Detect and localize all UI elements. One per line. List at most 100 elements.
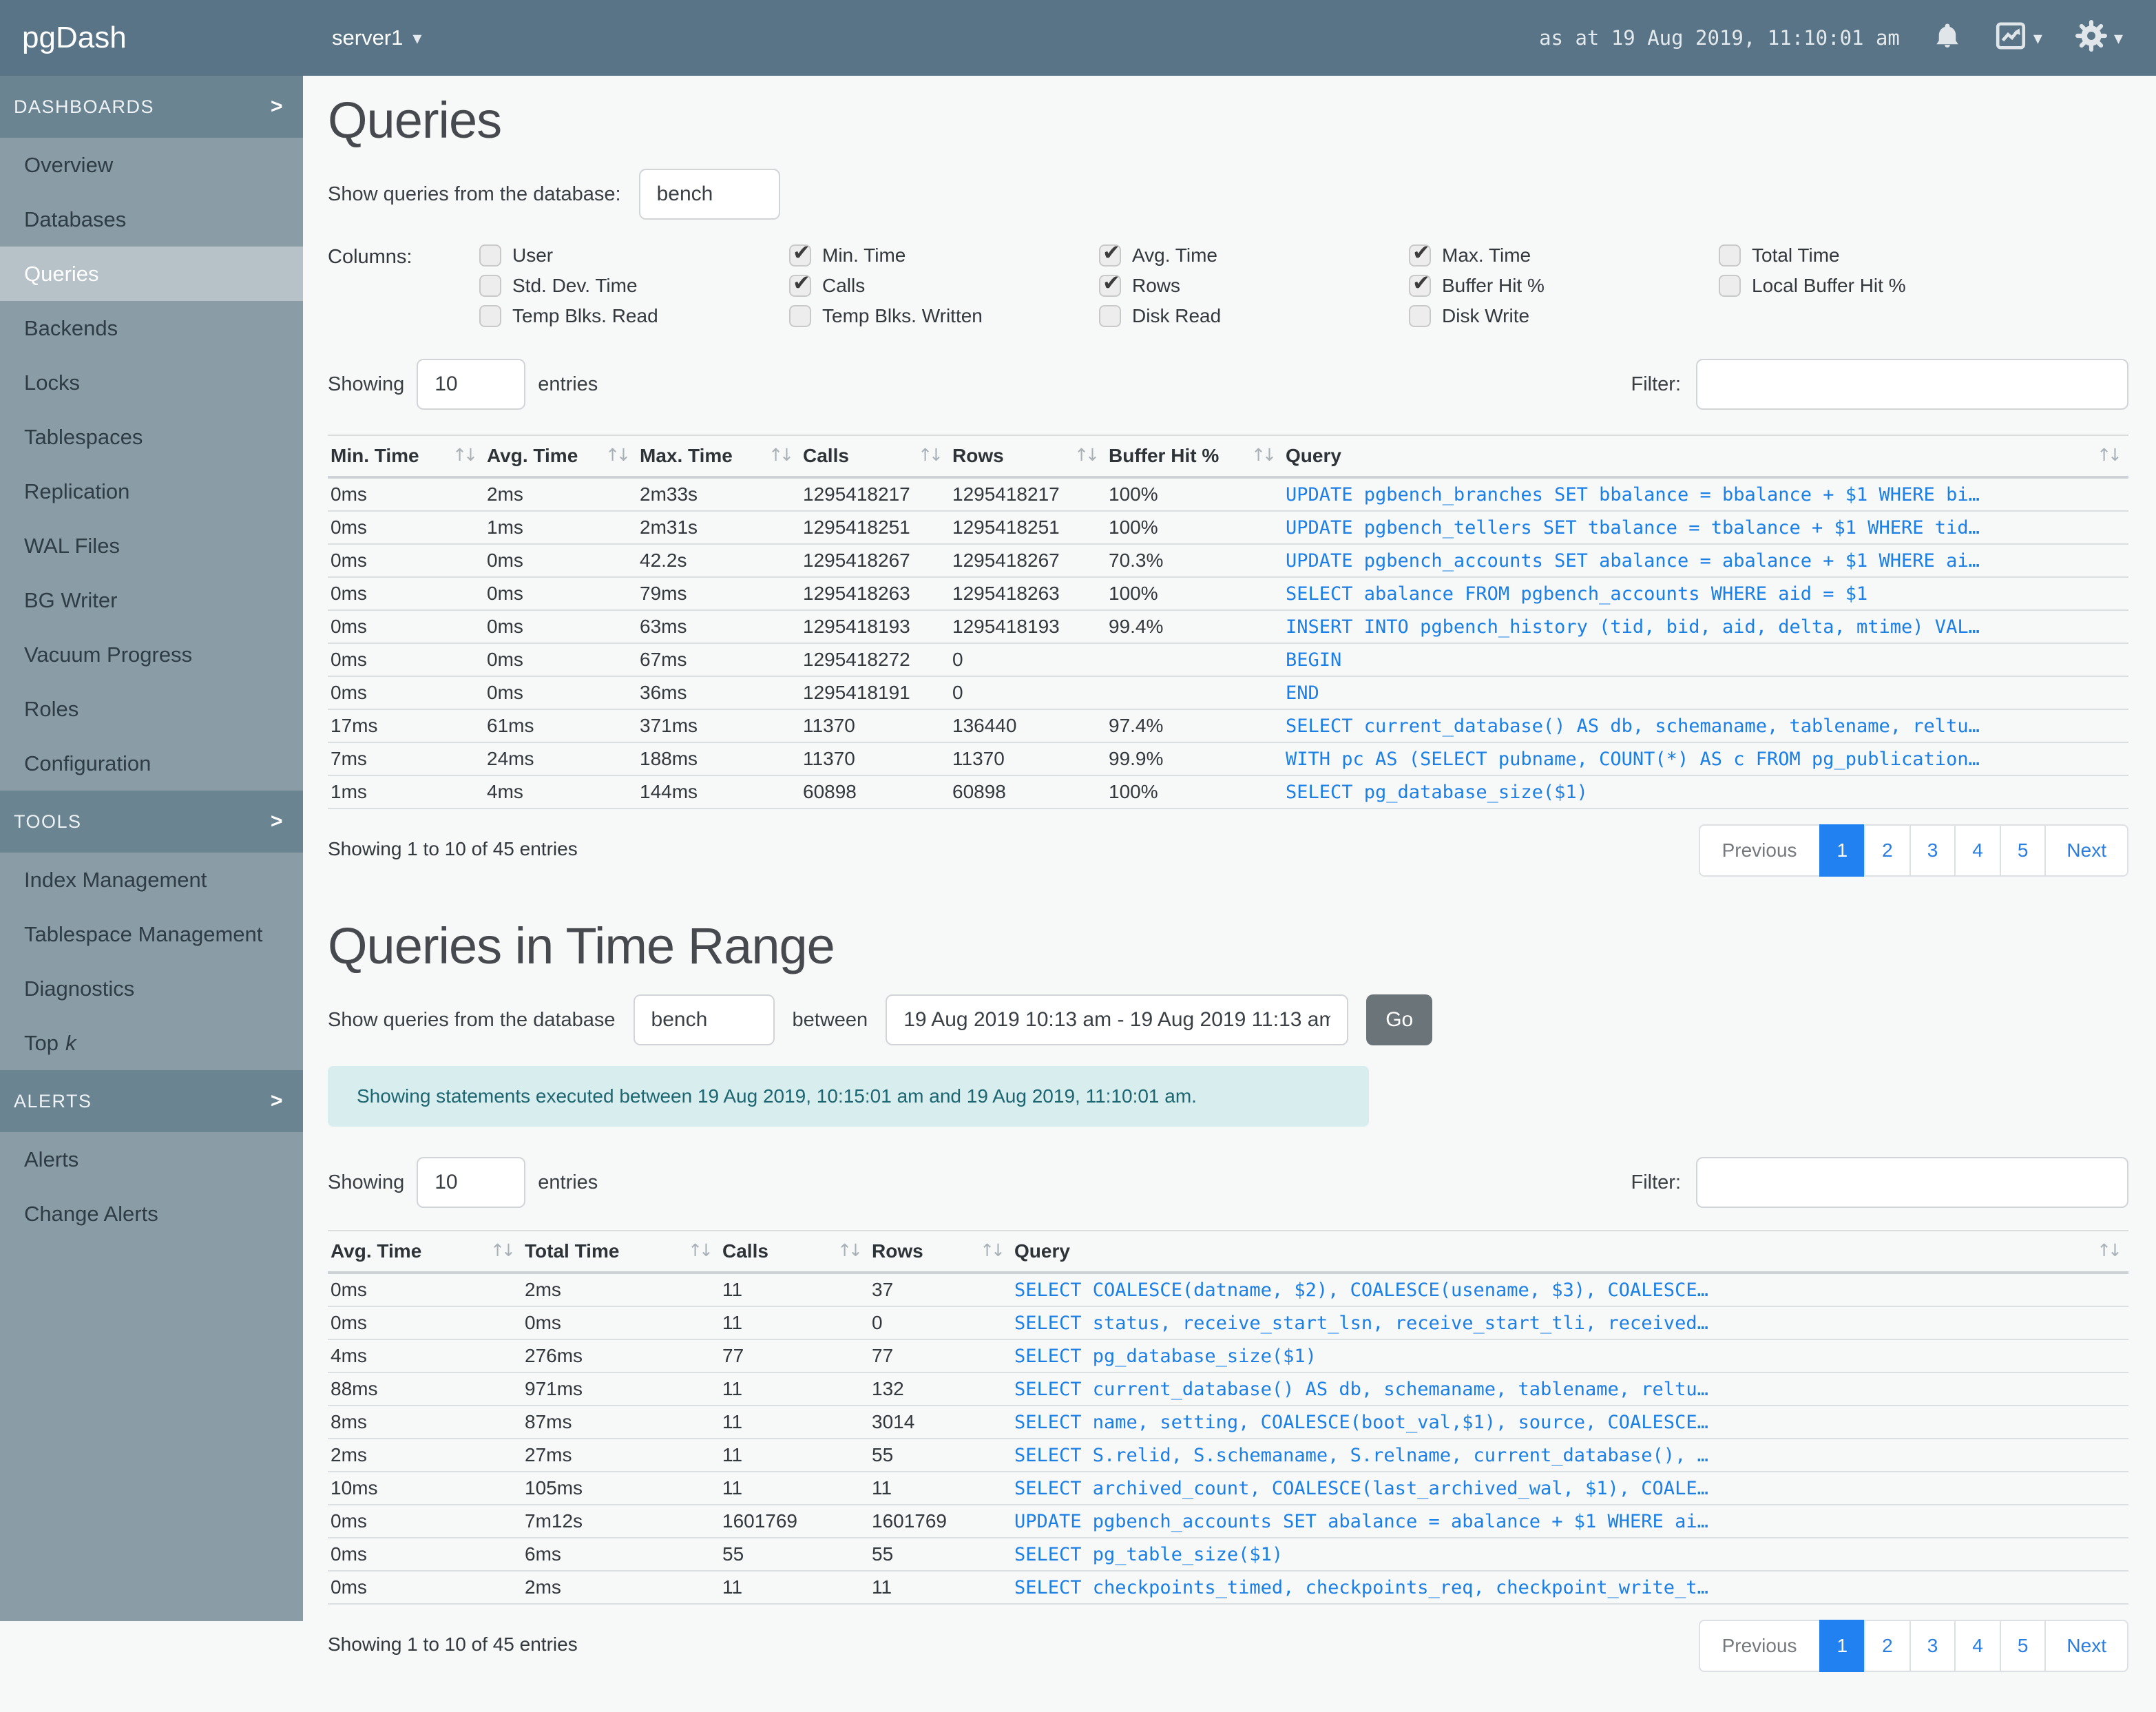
column-checkbox-min-time[interactable]: Min. Time bbox=[789, 240, 1099, 267]
query-link[interactable]: UPDATE pgbench_branches SET bbalance = b… bbox=[1286, 484, 1980, 505]
sidebar-item-tablespaces[interactable]: Tablespaces bbox=[0, 410, 303, 464]
query-link[interactable]: SELECT S.relid, S.schemaname, S.relname,… bbox=[1014, 1445, 1708, 1466]
sidebar-item-diagnostics[interactable]: Diagnostics bbox=[0, 961, 303, 1016]
previous-page-button[interactable]: Previous bbox=[1698, 824, 1821, 877]
checkbox-label: Max. Time bbox=[1442, 244, 1531, 266]
column-header-query[interactable]: ↑↓ Query bbox=[1012, 1230, 2128, 1274]
query-link[interactable]: WITH pc AS (SELECT pubname, COUNT(*) AS … bbox=[1286, 749, 1980, 770]
database-input[interactable] bbox=[638, 169, 780, 220]
query-link[interactable]: END bbox=[1286, 682, 1319, 704]
sidebar-item-queries[interactable]: Queries bbox=[0, 247, 303, 301]
column-header-min-time[interactable]: ↑↓ Min. Time bbox=[328, 435, 484, 479]
page-3[interactable]: 3 bbox=[1909, 824, 1956, 877]
sidebar-section-tools[interactable]: TOOLS > bbox=[0, 791, 303, 853]
query-link[interactable]: INSERT INTO pgbench_history (tid, bid, a… bbox=[1286, 616, 1980, 638]
column-checkbox-local-buffer-hit[interactable]: Local Buffer Hit % bbox=[1719, 275, 2029, 297]
previous-page-button[interactable]: Previous bbox=[1698, 1620, 1821, 1672]
query-link[interactable]: UPDATE pgbench_accounts SET abalance = a… bbox=[1286, 550, 1980, 572]
page-1[interactable]: 1 bbox=[1819, 824, 1866, 877]
column-header-avg-time[interactable]: ↑↓ Avg. Time bbox=[484, 435, 637, 479]
column-checkbox-temp-blks-written[interactable]: Temp Blks. Written bbox=[789, 305, 1099, 327]
column-header-total-time[interactable]: ↑↓ Total Time bbox=[522, 1230, 720, 1274]
column-checkbox-disk-read[interactable]: Disk Read bbox=[1099, 305, 1409, 327]
column-checkbox-disk-write[interactable]: Disk Write bbox=[1409, 305, 1719, 327]
sidebar-section-alerts[interactable]: ALERTS > bbox=[0, 1070, 303, 1132]
query-link[interactable]: SELECT name, setting, COALESCE(boot_val,… bbox=[1014, 1412, 1708, 1433]
page-2[interactable]: 2 bbox=[1864, 824, 1911, 877]
page-5[interactable]: 5 bbox=[1999, 1620, 2047, 1672]
sidebar-item-databases[interactable]: Databases bbox=[0, 192, 303, 247]
query-link[interactable]: SELECT checkpoints_timed, checkpoints_re… bbox=[1014, 1577, 1708, 1598]
query-link[interactable]: SELECT status, receive_start_lsn, receiv… bbox=[1014, 1313, 1708, 1334]
sidebar-item-tablespace-management[interactable]: Tablespace Management bbox=[0, 907, 303, 961]
time-range-input[interactable] bbox=[886, 994, 1349, 1045]
notifications-button[interactable] bbox=[1933, 20, 1962, 56]
app-logo[interactable]: pgDash bbox=[0, 21, 303, 55]
sidebar-item-replication[interactable]: Replication bbox=[0, 464, 303, 519]
filter-input-2[interactable] bbox=[1696, 1157, 2128, 1208]
column-checkbox-total-time[interactable]: Total Time bbox=[1719, 244, 2029, 267]
query-link[interactable]: SELECT abalance FROM pgbench_accounts WH… bbox=[1286, 583, 1867, 605]
column-checkbox-rows[interactable]: Rows bbox=[1099, 271, 1409, 297]
column-checkbox-calls[interactable]: Calls bbox=[789, 271, 1099, 297]
query-link[interactable]: SELECT pg_table_size($1) bbox=[1014, 1544, 1283, 1565]
page-2[interactable]: 2 bbox=[1864, 1620, 1911, 1672]
column-header-calls[interactable]: ↑↓ Calls bbox=[800, 435, 950, 479]
charts-menu-button[interactable]: ▾ bbox=[1995, 20, 2042, 56]
query-link[interactable]: UPDATE pgbench_tellers SET tbalance = tb… bbox=[1286, 517, 1980, 539]
sidebar-item-roles[interactable]: Roles bbox=[0, 682, 303, 736]
page-3[interactable]: 3 bbox=[1909, 1620, 1956, 1672]
page-5[interactable]: 5 bbox=[1999, 824, 2047, 877]
column-header-max-time[interactable]: ↑↓ Max. Time bbox=[637, 435, 800, 479]
query-link[interactable]: SELECT pg_database_size($1) bbox=[1014, 1346, 1317, 1367]
checkbox-unchecked-icon bbox=[1099, 305, 1121, 327]
query-link[interactable]: SELECT COALESCE(datname, $2), COALESCE(u… bbox=[1014, 1280, 1708, 1301]
column-checkbox-avg-time[interactable]: Avg. Time bbox=[1099, 240, 1409, 267]
sidebar-section-dashboards[interactable]: DASHBOARDS > bbox=[0, 76, 303, 138]
go-button[interactable]: Go bbox=[1366, 994, 1433, 1045]
sidebar-item-vacuum-progress[interactable]: Vacuum Progress bbox=[0, 627, 303, 682]
column-checkbox-std-dev-time[interactable]: Std. Dev. Time bbox=[479, 275, 789, 297]
query-link[interactable]: SELECT pg_database_size($1) bbox=[1286, 782, 1588, 803]
column-checkbox-max-time[interactable]: Max. Time bbox=[1409, 240, 1719, 267]
column-header-calls[interactable]: ↑↓ Calls bbox=[720, 1230, 869, 1274]
sidebar-item-configuration[interactable]: Configuration bbox=[0, 736, 303, 791]
next-page-button[interactable]: Next bbox=[2044, 1620, 2128, 1672]
query-link[interactable]: UPDATE pgbench_accounts SET abalance = a… bbox=[1014, 1511, 1708, 1532]
sidebar-item-index-management[interactable]: Index Management bbox=[0, 853, 303, 907]
column-checkbox-buffer-hit[interactable]: Buffer Hit % bbox=[1409, 271, 1719, 297]
next-page-button[interactable]: Next bbox=[2044, 824, 2128, 877]
page-1[interactable]: 1 bbox=[1819, 1620, 1866, 1672]
sidebar-item-label: Alerts bbox=[24, 1147, 79, 1171]
sidebar-item-change-alerts[interactable]: Change Alerts bbox=[0, 1187, 303, 1241]
sidebar-item-top[interactable]: Top k bbox=[0, 1016, 303, 1070]
database-input-2[interactable] bbox=[633, 994, 775, 1045]
settings-menu-button[interactable]: ▾ bbox=[2075, 19, 2123, 56]
query-link[interactable]: SELECT current_database() AS db, scheman… bbox=[1286, 716, 1980, 737]
column-header-query[interactable]: ↑↓ Query bbox=[1283, 435, 2128, 479]
query-link[interactable]: BEGIN bbox=[1286, 649, 1341, 671]
sidebar-item-overview[interactable]: Overview bbox=[0, 138, 303, 192]
sidebar-item-alerts[interactable]: Alerts bbox=[0, 1132, 303, 1187]
filter-input[interactable] bbox=[1696, 359, 2128, 410]
sidebar-item-wal-files[interactable]: WAL Files bbox=[0, 519, 303, 573]
column-header-rows[interactable]: ↑↓ Rows bbox=[950, 435, 1106, 479]
column-checkbox-temp-blks-read[interactable]: Temp Blks. Read bbox=[479, 305, 789, 327]
cell-buffer-hit: 99.4% bbox=[1106, 609, 1283, 643]
page-4[interactable]: 4 bbox=[1954, 1620, 2001, 1672]
query-link[interactable]: SELECT current_database() AS db, scheman… bbox=[1014, 1379, 1708, 1400]
cell-avg-time: 0ms bbox=[484, 676, 637, 709]
page-size-input-2[interactable] bbox=[417, 1157, 526, 1208]
page-size-input[interactable] bbox=[417, 359, 526, 410]
sidebar-item-bg-writer[interactable]: BG Writer bbox=[0, 573, 303, 627]
filter-label-2: Filter: bbox=[1631, 1171, 1682, 1193]
column-header-rows[interactable]: ↑↓ Rows bbox=[869, 1230, 1012, 1274]
sidebar-item-backends[interactable]: Backends bbox=[0, 301, 303, 355]
query-link[interactable]: SELECT archived_count, COALESCE(last_arc… bbox=[1014, 1478, 1708, 1499]
column-header-buffer-hit[interactable]: ↑↓ Buffer Hit % bbox=[1106, 435, 1283, 479]
server-selector[interactable]: server1 ▾ bbox=[332, 25, 421, 50]
page-4[interactable]: 4 bbox=[1954, 824, 2001, 877]
sidebar-item-locks[interactable]: Locks bbox=[0, 355, 303, 410]
column-checkbox-user[interactable]: User bbox=[479, 244, 789, 267]
column-header-avg-time[interactable]: ↑↓ Avg. Time bbox=[328, 1230, 522, 1274]
